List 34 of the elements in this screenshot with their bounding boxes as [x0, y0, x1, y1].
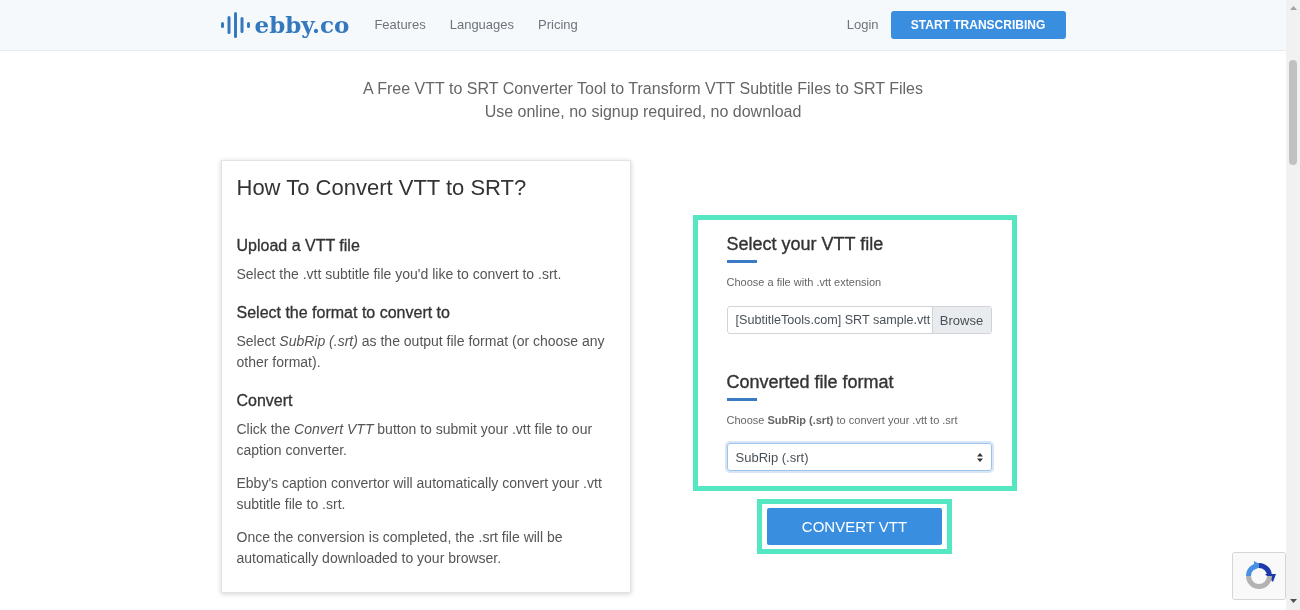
nav-link[interactable]: Languages: [449, 16, 515, 34]
guide-paragraph: Select the .vtt subtitle file you'd like to convert to .srt.: [236, 265, 563, 284]
step-title: Select your VTT file: [726, 233, 885, 255]
guide-paragraph: Once the conversion is completed, the .srt file will be automatically downloaded to your browser.: [236, 528, 564, 568]
up-down-caret-icon: [976, 452, 983, 462]
guide-title: How To Convert VTT to SRT?: [236, 175, 528, 201]
step-hint: Choose SubRip (.srt) to convert your .vtt to .srt: [726, 413, 959, 427]
step-hint: Choose a file with .vtt extension: [726, 275, 883, 289]
guide-paragraph: Click the Convert VTT button to submit your .vtt file to our caption converter.: [236, 420, 594, 460]
guide-paragraph: Ebby's caption convertor will automatically convert your .vtt subtitle file to .srt.: [236, 474, 603, 514]
title-underline: [726, 260, 757, 263]
format-select[interactable]: SubRip (.srt): [726, 443, 992, 471]
browse-button[interactable]: Browse: [931, 307, 991, 333]
title-underline: [726, 398, 757, 401]
guide-paragraph: Select SubRip (.srt) as the output file format (or choose any other format).: [236, 332, 606, 372]
down-arrow-icon[interactable]: [1289, 599, 1297, 603]
start-transcribing-button[interactable]: START TRANSCRIBING: [890, 11, 1066, 39]
intro-text: Use online, no signup required, no download: [484, 102, 802, 122]
intro-text: A Free VTT to SRT Converter Tool to Transform VTT Subtitle Files to SRT Files: [363, 79, 923, 99]
section-heading: Select the format to convert to: [236, 303, 451, 323]
circular-arrows-icon[interactable]: [1232, 552, 1286, 600]
scrollbar[interactable]: [1286, 0, 1300, 610]
file-input-field[interactable]: [SubtitleTools.com] SRT sample.vtt Browse: [726, 306, 992, 334]
scrollbar-thumb[interactable]: [1289, 60, 1297, 165]
up-arrow-icon[interactable]: [1289, 6, 1297, 10]
section-heading: Convert: [236, 391, 294, 411]
section-heading: Upload a VTT file: [236, 236, 361, 256]
nav-link[interactable]: Features: [374, 16, 426, 34]
convert-button[interactable]: CONVERT VTT: [767, 508, 942, 545]
login-link[interactable]: Login: [846, 16, 879, 34]
step-title: Converted file format: [726, 371, 895, 393]
logo-link[interactable]: ebby.co: [220, 11, 350, 39]
sound-bars-icon: [220, 12, 250, 38]
nav-link[interactable]: Pricing: [538, 16, 578, 34]
